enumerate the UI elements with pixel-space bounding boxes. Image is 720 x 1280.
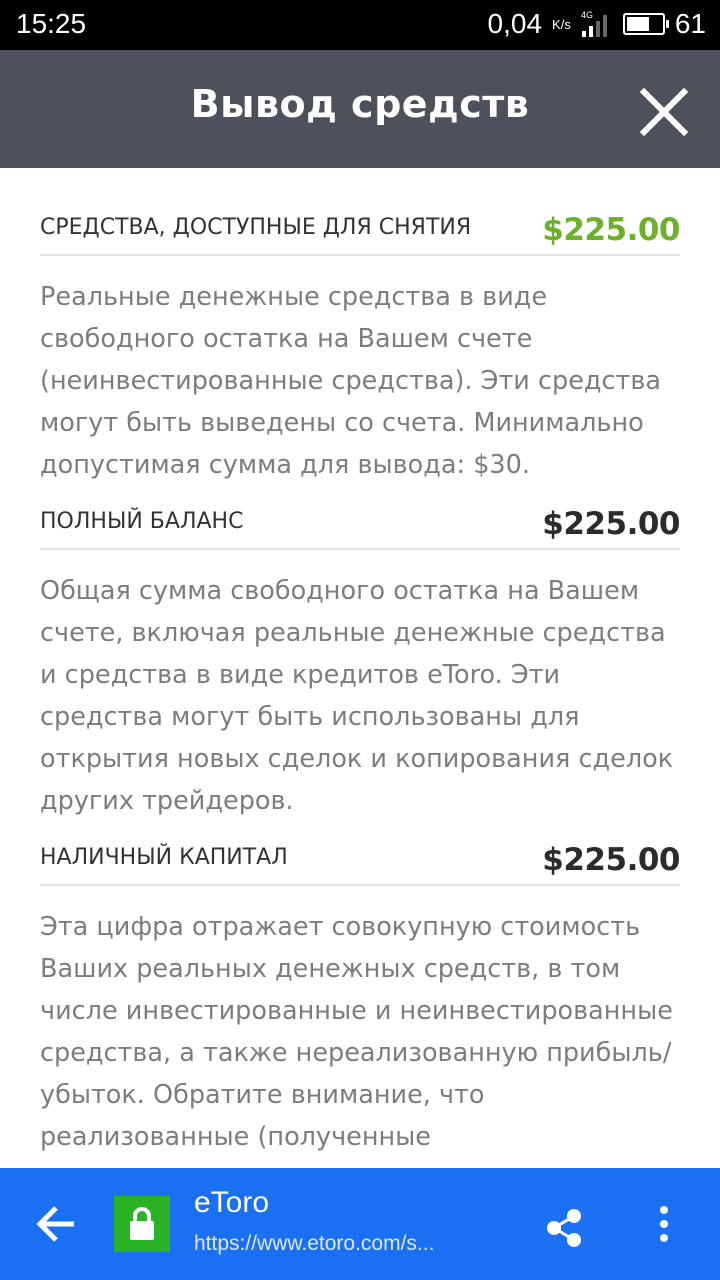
- close-icon: [639, 87, 689, 137]
- equity-label: НАЛИЧНЫЙ КАПИТАЛ: [40, 845, 288, 870]
- more-vertical-icon: [660, 1206, 668, 1242]
- close-button[interactable]: [636, 84, 692, 140]
- network-speed: 0,04: [487, 8, 543, 39]
- signal-icon: 4G: [579, 9, 615, 39]
- section-available: СРЕДСТВА, ДОСТУПНЫЕ ДЛЯ СНЯТИЯ $225.00 Р…: [40, 212, 680, 486]
- withdraw-content: СРЕДСТВА, ДОСТУПНЫЕ ДЛЯ СНЯТИЯ $225.00 Р…: [40, 168, 680, 1158]
- total-balance-row: ПОЛНЫЙ БАЛАНС $225.00: [40, 506, 680, 550]
- browser-bar: eToro https://www.etoro.com/s...: [0, 1168, 720, 1280]
- share-button[interactable]: [544, 1208, 584, 1252]
- equity-amount: $225.00: [542, 842, 680, 878]
- network-type: 4G: [581, 10, 593, 20]
- total-balance-label: ПОЛНЫЙ БАЛАНС: [40, 509, 244, 534]
- status-time: 15:25: [16, 8, 87, 39]
- available-description: Реальные денежные средства в виде свобод…: [40, 282, 662, 480]
- section-equity: НАЛИЧНЫЙ КАПИТАЛ $225.00 Эта цифра отраж…: [40, 842, 680, 1158]
- available-label: СРЕДСТВА, ДОСТУПНЫЕ ДЛЯ СНЯТИЯ: [40, 215, 472, 240]
- section-total-balance: ПОЛНЫЙ БАЛАНС $225.00 Общая сумма свобод…: [40, 506, 680, 822]
- share-icon: [547, 1209, 581, 1247]
- status-indicators: 0,04 K/s 4G 61: [488, 8, 706, 40]
- status-bar: 15:25 0,04 K/s 4G 61: [0, 0, 720, 50]
- total-balance-amount: $225.00: [542, 506, 680, 542]
- available-amount: $225.00: [542, 212, 680, 248]
- site-name[interactable]: eToro: [194, 1186, 269, 1220]
- network-speed-unit: K/s: [552, 16, 571, 32]
- page-header: Вывод средств: [0, 50, 720, 168]
- battery-icon: [622, 13, 669, 35]
- site-url[interactable]: https://www.etoro.com/s...: [194, 1232, 434, 1256]
- more-options-button[interactable]: [652, 1204, 676, 1252]
- lock-icon: [130, 1207, 154, 1240]
- equity-description: Эта цифра отражает совокупную стоимость …: [40, 912, 673, 1152]
- secure-lock-button[interactable]: [114, 1196, 170, 1252]
- battery-level: 61: [674, 8, 706, 39]
- equity-row: НАЛИЧНЫЙ КАПИТАЛ $225.00: [40, 842, 680, 886]
- total-balance-description: Общая сумма свободного остатка на Вашем …: [40, 576, 674, 816]
- back-button[interactable]: [34, 1204, 78, 1244]
- arrow-left-icon: [36, 1206, 74, 1242]
- available-row: СРЕДСТВА, ДОСТУПНЫЕ ДЛЯ СНЯТИЯ $225.00: [40, 212, 680, 256]
- page-title: Вывод средств: [190, 82, 530, 126]
